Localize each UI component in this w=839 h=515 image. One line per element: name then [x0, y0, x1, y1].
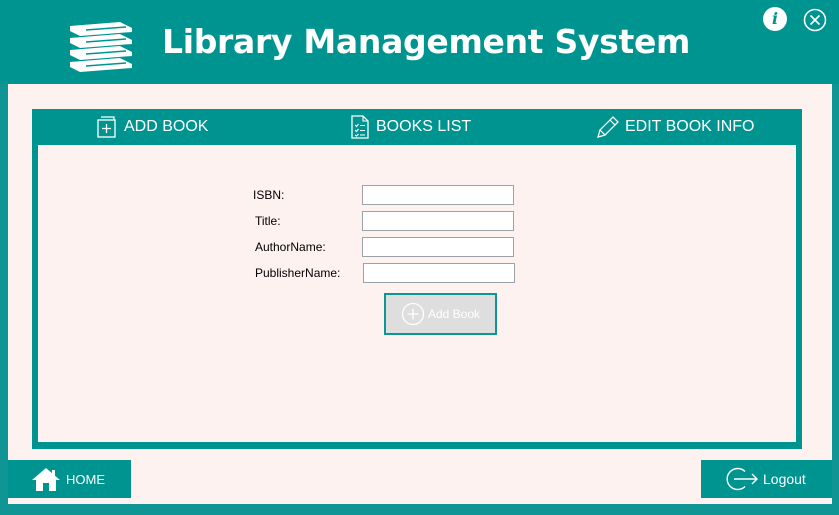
checklist-icon [351, 115, 369, 139]
author-name-field[interactable] [362, 237, 514, 257]
books-stack-icon [70, 22, 132, 72]
plus-circle-icon [401, 302, 425, 326]
logout-button[interactable]: Logout [701, 460, 832, 498]
author-name-label: AuthorName: [255, 240, 326, 254]
tab-add-book[interactable]: ADD BOOK [96, 113, 208, 141]
tab-edit-book-info-label: EDIT BOOK INFO [625, 118, 755, 135]
home-button-label: HOME [66, 471, 105, 487]
main-area: ADD BOOK BOOKS LIST EDIT BOOK INFO ISBN:… [8, 84, 832, 504]
add-book-button[interactable]: Add Book [384, 293, 497, 335]
close-icon[interactable] [803, 8, 827, 32]
title-label: Title: [255, 214, 281, 228]
tab-books-list-label: BOOKS LIST [376, 118, 472, 135]
info-icon[interactable]: i [763, 7, 787, 31]
tab-edit-book-info[interactable]: EDIT BOOK INFO [595, 113, 755, 141]
publisher-name-label: PublisherName: [255, 266, 341, 280]
logout-button-label: Logout [763, 471, 806, 487]
home-button[interactable]: HOME [8, 460, 131, 498]
home-icon [32, 468, 60, 491]
app-title: Library Management System [162, 22, 691, 61]
isbn-label: ISBN: [253, 188, 285, 202]
add-book-button-label: Add Book [427, 307, 481, 321]
tab-bar: ADD BOOK BOOKS LIST EDIT BOOK INFO ISBN:… [32, 109, 802, 449]
logout-icon [726, 467, 758, 491]
add-page-icon [97, 116, 116, 138]
title-field[interactable] [362, 211, 514, 231]
isbn-field[interactable] [362, 185, 514, 205]
publisher-name-field[interactable] [363, 263, 515, 283]
tab-add-book-label: ADD BOOK [124, 118, 209, 135]
pencil-icon [597, 116, 619, 138]
tab-books-list[interactable]: BOOKS LIST [348, 113, 471, 141]
add-book-panel: ISBN: Title: AuthorName: PublisherName: … [38, 145, 796, 442]
info-glyph: i [771, 9, 779, 28]
header-bar: Library Management System i [0, 0, 839, 84]
